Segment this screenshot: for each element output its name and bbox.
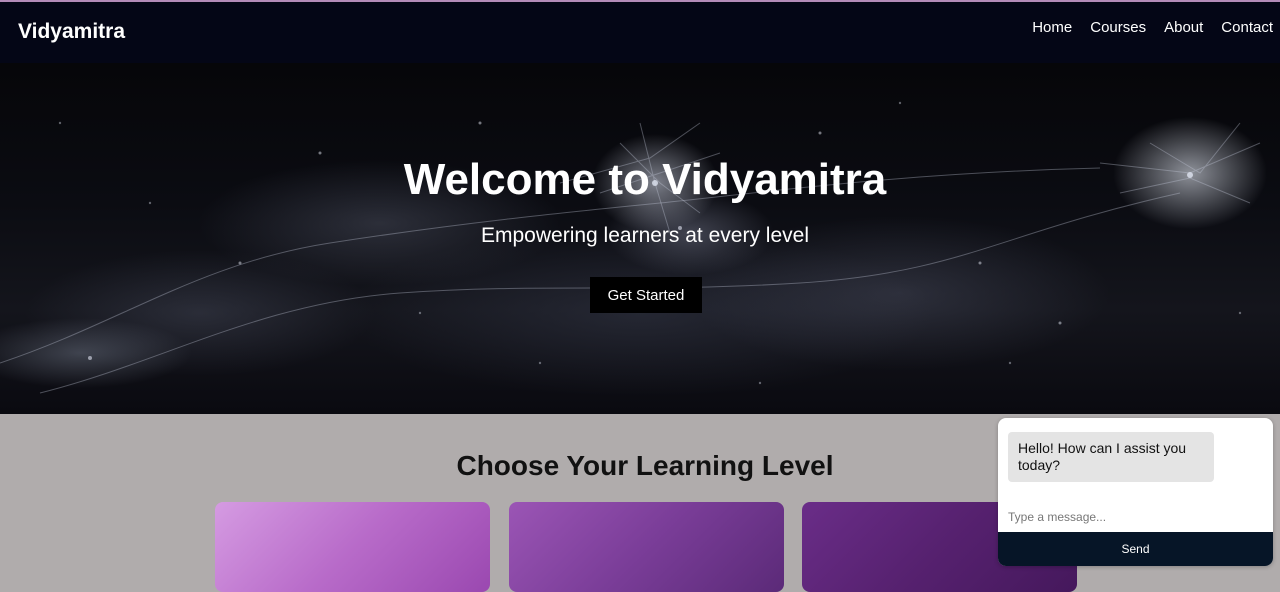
nav-link-home[interactable]: Home xyxy=(1032,19,1072,36)
nav-link-contact[interactable]: Contact xyxy=(1221,19,1273,36)
brand-logo-text[interactable]: Vidyamitra xyxy=(18,20,125,44)
hero-title: Welcome to Vidyamitra xyxy=(403,155,887,204)
hero-section: Welcome to Vidyamitra Empowering learner… xyxy=(0,63,1280,414)
get-started-button[interactable]: Get Started xyxy=(590,277,702,313)
level-card-2[interactable] xyxy=(509,502,784,592)
hero-subtitle: Empowering learners at every level xyxy=(481,224,809,247)
nav-link-courses[interactable]: Courses xyxy=(1090,19,1146,36)
nav-links: Home Courses About Contact xyxy=(1032,19,1273,36)
chat-bot-message: Hello! How can I assist you today? xyxy=(1008,432,1214,482)
nav-link-about[interactable]: About xyxy=(1164,19,1203,36)
chat-widget: Hello! How can I assist you today? Send xyxy=(998,418,1273,566)
chat-send-button[interactable]: Send xyxy=(998,532,1273,566)
navbar: Vidyamitra Home Courses About Contact xyxy=(0,2,1280,63)
level-card-1[interactable] xyxy=(215,502,490,592)
chat-message-input[interactable] xyxy=(1002,506,1273,528)
